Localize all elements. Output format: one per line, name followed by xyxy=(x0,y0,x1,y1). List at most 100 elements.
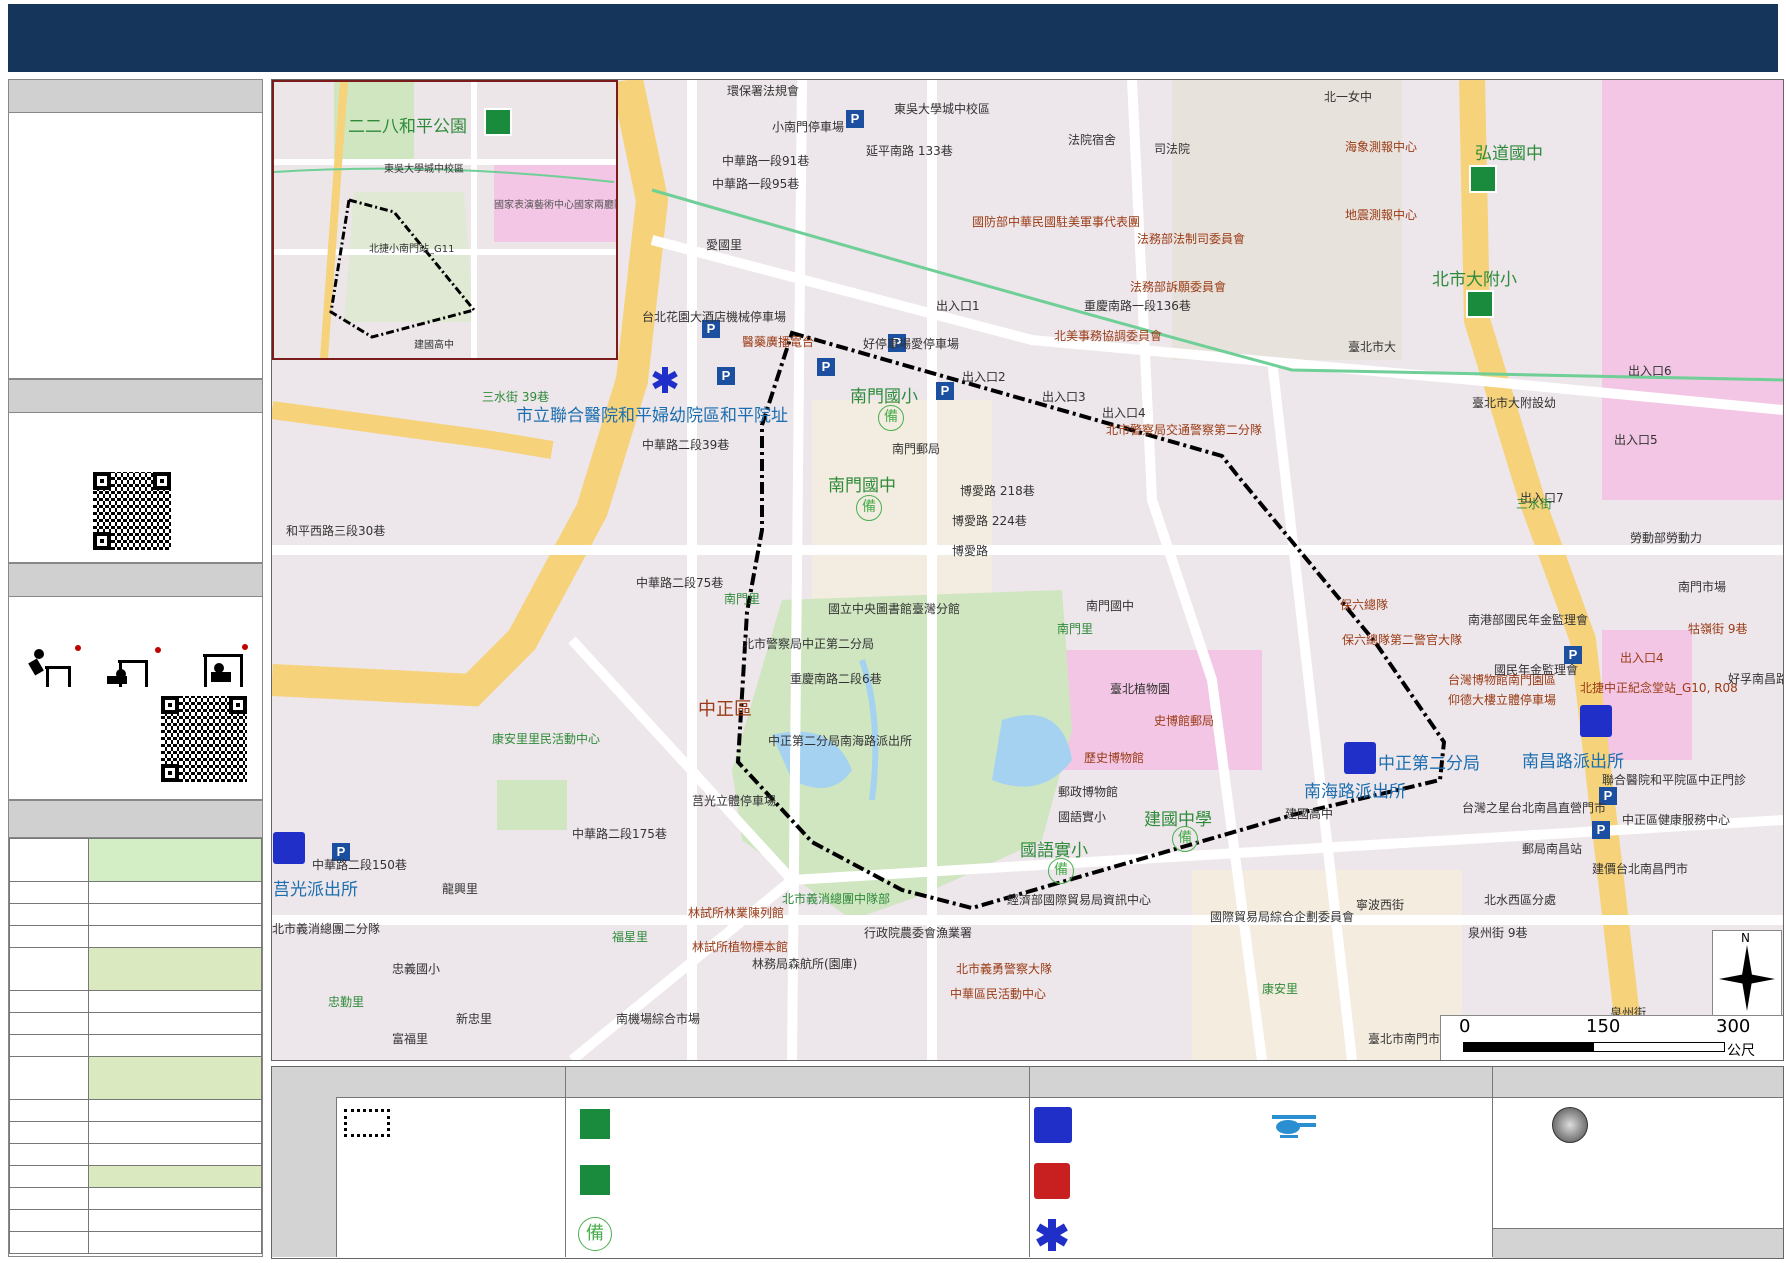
helicopter-icon xyxy=(1272,1115,1316,1138)
street-label: 好停車場愛停車場 xyxy=(863,337,960,351)
inset-station-label: 北捷小南門站_G11 xyxy=(369,244,455,255)
zhongzheng-police-icon xyxy=(1344,742,1376,774)
nanmen-elem-label: 南門國小 xyxy=(850,387,918,407)
street-label: 台北花園大酒店機械停車場 xyxy=(642,310,787,324)
street-label: 郵局南昌站 xyxy=(1522,842,1583,856)
street-label: 地震測報中心 xyxy=(1345,208,1418,222)
street-label: 延平南路 133巷 xyxy=(866,144,953,158)
nanhai-police-label: 南海路派出所 xyxy=(1304,782,1406,802)
street-label: 國立中央圖書館臺灣分館 xyxy=(828,602,961,616)
street-label: 臺北市大附設幼 xyxy=(1472,396,1557,410)
inset-school-label: 建國高中 xyxy=(414,340,454,351)
boundary-dashed-icon xyxy=(344,1109,390,1137)
street-label: 出入口6 xyxy=(1628,364,1672,378)
scale-tick-300: 300 xyxy=(1716,1016,1751,1037)
street-label: 南港部國民年金監理會 xyxy=(1468,613,1589,627)
nanchang-police-icon xyxy=(1580,705,1612,737)
street-label: 康安里里民活動中心 xyxy=(492,732,601,746)
street-label: 郵政博物館 xyxy=(1058,785,1119,799)
police-icon xyxy=(1034,1107,1072,1143)
street-label: 台灣之星台北南昌直營門市 xyxy=(1462,801,1607,815)
street-label: 出入口4 xyxy=(1102,406,1146,420)
street-label: 國防部中華民國駐美軍事代表團 xyxy=(972,215,1141,229)
street-label: 好孚南昌路停車場 xyxy=(1728,672,1783,686)
shelter-icon xyxy=(578,1107,612,1141)
street-label: 出入口1 xyxy=(936,299,980,313)
street-label: 仰德大樓立體停車場 xyxy=(1448,693,1557,707)
street-label: 南門里 xyxy=(724,592,761,606)
info-panel-header xyxy=(9,801,262,838)
street-label: 南機場綜合市場 xyxy=(616,1012,701,1026)
guoyu-bei-icon: 備 xyxy=(1048,858,1074,884)
scale-tick-0: 0 xyxy=(1459,1016,1471,1037)
street-label: 環保署法規會 xyxy=(727,84,800,98)
street-label: 北美事務協調委員會 xyxy=(1054,329,1163,343)
hongdao-shelter-icon xyxy=(1469,165,1497,193)
street-label: 北市警察局交通警察第二分隊 xyxy=(1106,423,1263,437)
street-label: 三水街 xyxy=(1516,497,1553,511)
title-bar xyxy=(8,4,1778,72)
street-label: 康安里 xyxy=(1262,982,1299,996)
street-label: 出入口4 xyxy=(1620,651,1664,665)
street-label: 歷史博物館 xyxy=(1084,751,1145,765)
medical-icon xyxy=(652,367,678,393)
qr-code-2[interactable] xyxy=(161,696,247,782)
street-label: 南門市場 xyxy=(1678,580,1727,594)
legend-footer-cell xyxy=(1493,1228,1783,1258)
street-label: 法院宿舍 xyxy=(1068,133,1117,147)
nanmen-junior-bei-icon: 備 xyxy=(856,495,882,521)
hongdao-label: 弘道國中 xyxy=(1475,144,1543,164)
district-label: 中正區 xyxy=(698,699,752,720)
fire-dept-icon xyxy=(1034,1163,1070,1199)
legend-header-row xyxy=(336,1067,1783,1098)
inset-theater-label: 國家表演藝術中心國家兩廳院(國家戲劇院) xyxy=(494,200,616,211)
parking-icon: P xyxy=(717,367,735,385)
nanmen-junior-label: 南門國中 xyxy=(828,476,896,496)
nanmen-elem-bei-icon: 備 xyxy=(878,405,904,431)
street-label: 建國高中 xyxy=(1285,807,1334,821)
street-label: 南門郵局 xyxy=(892,442,941,456)
street-label: 北市義消總團中隊部 xyxy=(782,892,891,906)
street-label: 出入口5 xyxy=(1614,433,1658,447)
street-label: 和平西路三段30巷 xyxy=(286,524,386,538)
qr-code[interactable] xyxy=(93,472,171,550)
refuge-park-icon xyxy=(578,1163,612,1197)
street-label: 三水街 39巷 xyxy=(482,390,550,404)
qr-panel xyxy=(8,379,263,563)
street-label: 海象測報中心 xyxy=(1345,140,1418,154)
street-label: 新忠里 xyxy=(456,1012,493,1026)
street-label: 北市義勇警察大隊 xyxy=(956,962,1053,976)
street-label: 中正區健康服務中心 xyxy=(1622,813,1731,827)
street-label: 重慶南路一段136巷 xyxy=(1084,299,1191,313)
street-label: 忠勤里 xyxy=(328,995,365,1009)
street-label: 經濟部國際貿易局資訊中心 xyxy=(1007,893,1152,907)
street-label: 中華路一段95巷 xyxy=(712,177,800,191)
street-label: 建價台北南昌門市 xyxy=(1592,862,1689,876)
jianguo-bei-icon: 備 xyxy=(1172,826,1198,852)
street-label: 國際貿易局綜合企劃委員會 xyxy=(1210,910,1355,924)
info-table xyxy=(9,838,262,1254)
street-label: 泉州街 9巷 xyxy=(1468,926,1528,940)
street-label: 中華路二段175巷 xyxy=(572,827,667,841)
drop-cover-hold-icon xyxy=(28,644,248,687)
street-label: 國語實小 xyxy=(1058,810,1107,824)
street-label: 忠義國小 xyxy=(392,962,441,976)
street-label: 北市警察局中正第二分局 xyxy=(742,637,875,651)
street-label: 富福里 xyxy=(392,1032,429,1046)
street-label: 出入口2 xyxy=(962,370,1006,384)
street-label: 林試所林業陳列館 xyxy=(688,906,785,920)
medical-icon xyxy=(1036,1219,1068,1251)
street-label: 史博館郵局 xyxy=(1154,714,1215,728)
description-panel xyxy=(8,79,263,379)
street-label: 勞動部勞動力 xyxy=(1630,531,1703,545)
refuge-park-icon xyxy=(484,108,512,136)
main-map[interactable]: 二二八和平公園 北捷小南門站_G11 建國高中 國家表演藝術中心國家兩廳院(國家… xyxy=(271,79,1784,1061)
street-label: 寧波西街 xyxy=(1356,898,1405,912)
legend: 備 xyxy=(271,1066,1784,1259)
street-label: 中華路一段91巷 xyxy=(722,154,810,168)
inset-park-label: 二二八和平公園 xyxy=(348,117,467,137)
street-label: 臺北市大 xyxy=(1348,340,1397,354)
street-label: 莒光立體停車場 xyxy=(692,794,777,808)
earthquake-panel-header xyxy=(9,564,262,597)
street-label: 中華路二段150巷 xyxy=(312,858,407,872)
